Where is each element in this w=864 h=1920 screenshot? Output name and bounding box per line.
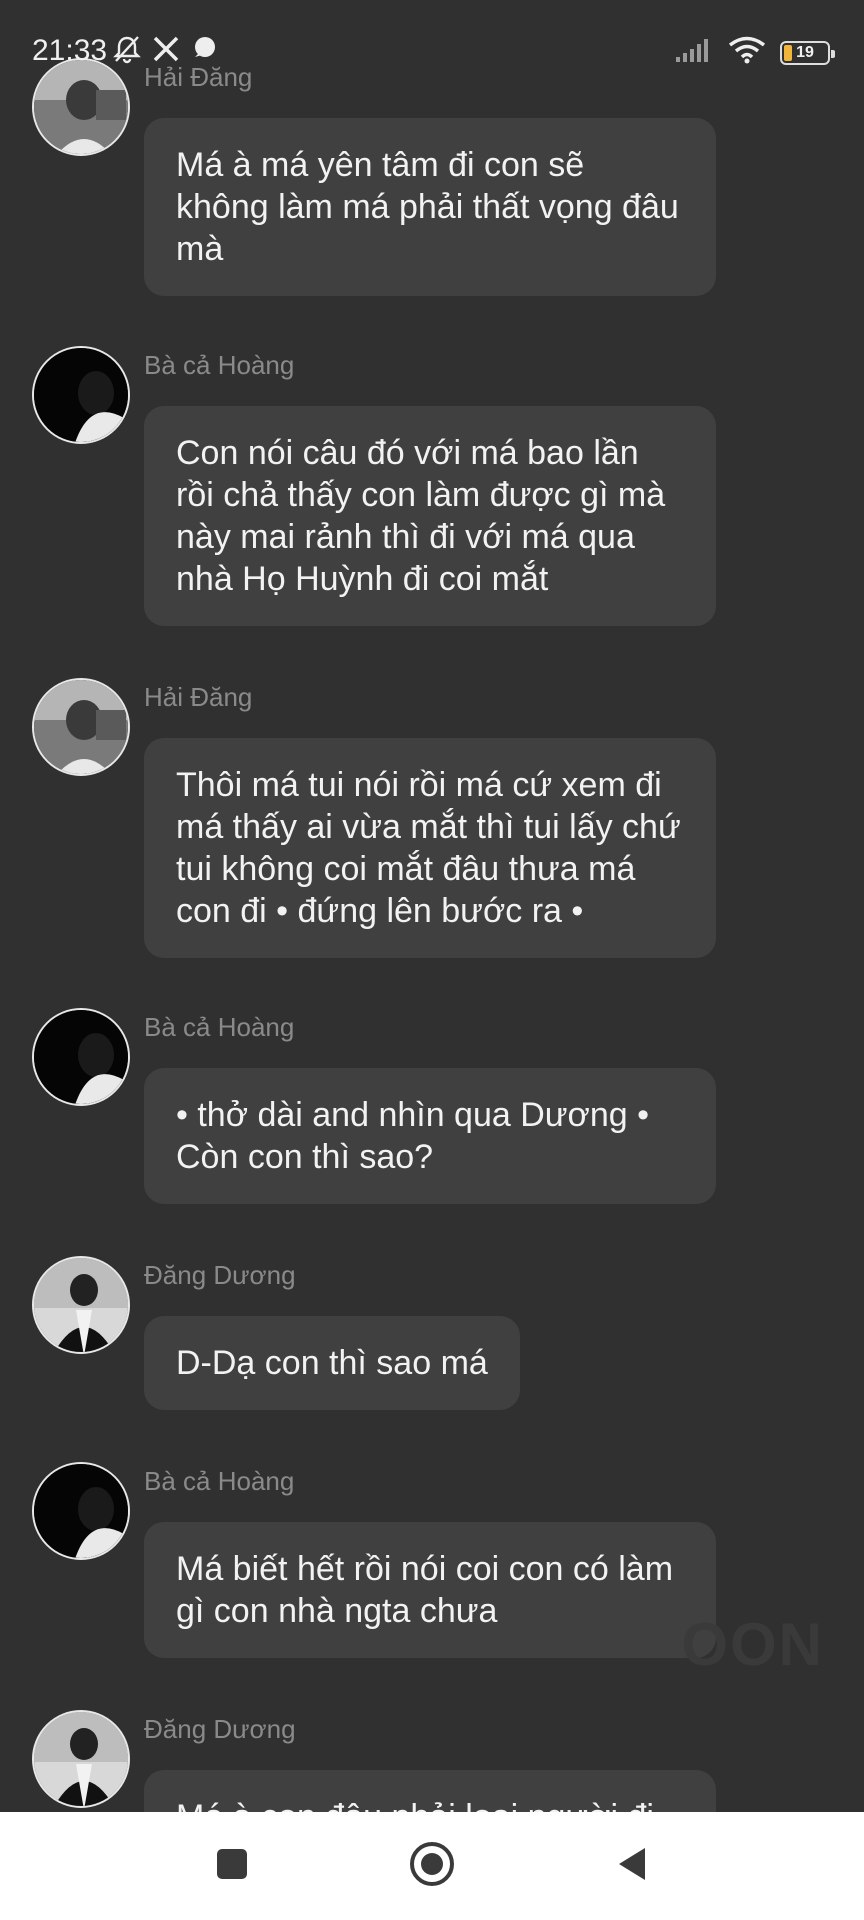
avatar-ba-ca-hoang[interactable] (32, 1008, 130, 1106)
watermark-logo: OON (681, 1611, 824, 1678)
signal-icon (674, 37, 714, 68)
chat-bubble-icon (190, 35, 218, 68)
message-bubble[interactable]: Má à má yên tâm đi con sẽ không làm má p… (144, 118, 716, 296)
sender-name: Đăng Dương (144, 1714, 296, 1744)
sender-name: Bà cả Hoàng (144, 1012, 295, 1042)
message-bubble[interactable]: Má à con đâu phải loại người đi (144, 1770, 716, 1812)
back-triangle-icon (615, 1845, 649, 1888)
status-bar: 21:33 19 (0, 0, 864, 100)
avatar-ba-ca-hoang[interactable] (32, 1462, 130, 1560)
wifi-icon (728, 36, 766, 69)
back-button[interactable] (608, 1842, 656, 1890)
avatar-hai-dang[interactable] (32, 678, 130, 776)
home-circle-icon (409, 1841, 455, 1892)
avatar-dang-duong[interactable] (32, 1710, 130, 1808)
x-app-icon (152, 35, 180, 68)
message-bubble[interactable]: Má biết hết rồi nói coi con có làm gì co… (144, 1522, 716, 1658)
battery-level: 19 (796, 43, 814, 61)
message-bubble[interactable]: D-Dạ con thì sao má (144, 1316, 520, 1410)
message-bubble[interactable]: • thở dài and nhìn qua Dương • Còn con t… (144, 1068, 716, 1204)
sender-name: Bà cả Hoàng (144, 1466, 295, 1496)
battery-icon: 19 (780, 40, 835, 65)
sender-name: Bà cả Hoàng (144, 350, 295, 380)
status-time: 21:33 (32, 34, 108, 67)
mute-bell-icon (112, 34, 142, 69)
status-system-icons: 19 (674, 36, 835, 69)
home-button[interactable] (408, 1841, 456, 1892)
sender-name: Đăng Dương (144, 1260, 296, 1290)
recent-apps-button[interactable] (208, 1842, 256, 1890)
message-bubble[interactable]: Thôi má tui nói rồi má cứ xem đi má thấy… (144, 738, 716, 958)
avatar-dang-duong[interactable] (32, 1256, 130, 1354)
square-icon (215, 1847, 249, 1886)
sender-name: Hải Đăng (144, 682, 253, 712)
status-notification-icons (112, 34, 218, 69)
message-bubble[interactable]: Con nói câu đó với má bao lần rồi chả th… (144, 406, 716, 626)
app-screen: 21:33 19 Hải Đăng Má à má yên tâm đi con… (0, 0, 864, 1920)
chat-thread[interactable]: Hải Đăng Má à má yên tâm đi con sẽ không… (0, 0, 864, 1812)
navigation-bar (0, 1812, 864, 1920)
avatar-ba-ca-hoang[interactable] (32, 346, 130, 444)
